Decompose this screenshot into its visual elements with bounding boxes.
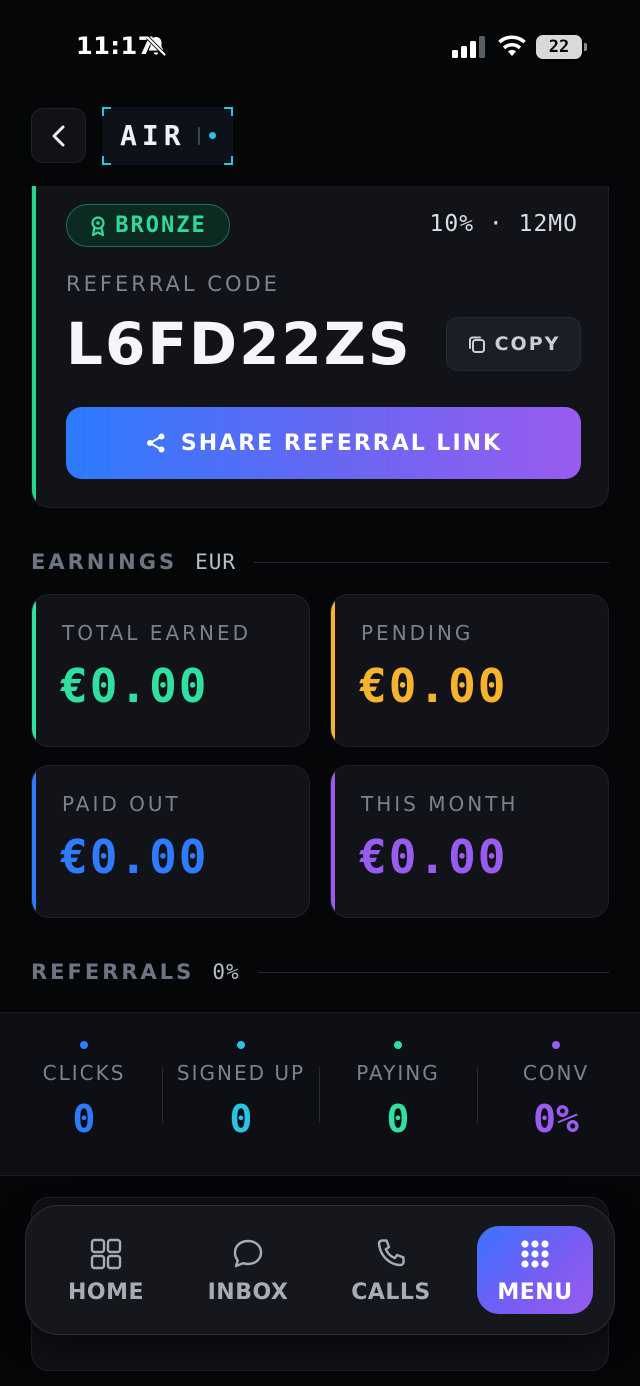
stat-label: PAID OUT — [62, 792, 181, 816]
stat-label: PENDING — [361, 621, 474, 645]
tab-calls[interactable]: CALLS — [333, 1226, 449, 1314]
earnings-currency: EUR — [195, 550, 237, 574]
funnel-stat-conversion: CONV 0% — [476, 1013, 636, 1177]
referrals-section-header: REFERRALS 0% — [31, 957, 609, 987]
bottom-tab-bar: HOME INBOX CALLS MENU — [25, 1205, 615, 1335]
funnel-label: SIGNED UP — [176, 1061, 306, 1085]
grid-icon — [90, 1238, 122, 1270]
stat-card-this-month: THIS MONTH €0.00 — [330, 765, 609, 918]
earnings-title: EARNINGS — [31, 550, 178, 574]
section-divider — [254, 561, 609, 563]
tier-badge: BRONZE — [66, 204, 230, 247]
status-dot — [80, 1041, 88, 1049]
share-label: SHARE REFERRAL LINK — [180, 430, 503, 456]
referral-code: L6FD22ZS — [66, 310, 412, 378]
funnel-label: PAYING — [356, 1061, 440, 1085]
chat-bubble-icon — [233, 1239, 263, 1268]
referral-funnel: CLICKS 0 SIGNED UP 0 PAYING 0 CONV 0% — [0, 1012, 640, 1176]
card-accent-bar — [32, 766, 36, 917]
tab-label: MENU — [497, 1280, 573, 1305]
funnel-value: 0 — [229, 1097, 253, 1141]
funnel-stat-clicks: CLICKS 0 — [4, 1013, 164, 1177]
back-button[interactable] — [31, 108, 86, 163]
award-icon — [91, 215, 105, 236]
referral-card: BRONZE 10% · 12MO REFERRAL CODE L6FD22ZS… — [31, 186, 609, 508]
tab-inbox[interactable]: INBOX — [190, 1226, 306, 1314]
battery-indicator: 22 — [536, 35, 587, 59]
status-dot — [237, 1041, 245, 1049]
referrals-rate: 0% — [212, 960, 240, 984]
section-divider — [257, 971, 609, 973]
stat-value: €0.00 — [359, 830, 508, 884]
phone-icon — [377, 1239, 405, 1267]
copy-icon — [468, 336, 485, 353]
funnel-stat-paying: PAYING 0 — [318, 1013, 478, 1177]
tab-label: INBOX — [207, 1280, 289, 1305]
referral-code-label: REFERRAL CODE — [66, 272, 280, 296]
commission-terms: 10% · 12MO — [429, 211, 578, 237]
earnings-section-header: EARNINGS EUR — [31, 547, 609, 577]
cellular-signal-icon — [452, 36, 485, 58]
status-bar: 11:17 22 — [0, 0, 640, 90]
stat-label: THIS MONTH — [361, 792, 519, 816]
funnel-stat-signed-up: SIGNED UP 0 — [161, 1013, 321, 1177]
logo-dot — [209, 132, 216, 139]
card-accent-bar — [32, 595, 36, 746]
stat-value: €0.00 — [359, 659, 508, 713]
tier-label: BRONZE — [115, 213, 207, 238]
card-accent-bar — [331, 595, 335, 746]
app-logo: AIR — [102, 107, 233, 165]
logo-text: AIR — [120, 119, 186, 152]
tab-label: CALLS — [351, 1280, 431, 1305]
chevron-left-icon — [52, 125, 64, 146]
dots-grid-icon — [521, 1240, 549, 1268]
copy-button[interactable]: COPY — [446, 317, 581, 371]
tab-menu[interactable]: MENU — [477, 1226, 593, 1314]
funnel-value: 0 — [72, 1097, 96, 1141]
bell-muted-icon — [146, 36, 166, 56]
referrals-title: REFERRALS — [31, 960, 195, 984]
copy-label: COPY — [494, 333, 561, 355]
card-accent-bar — [32, 186, 36, 507]
funnel-label: CONV — [522, 1061, 590, 1085]
stat-value: €0.00 — [60, 830, 209, 884]
stat-card-pending: PENDING €0.00 — [330, 594, 609, 747]
funnel-label: CLICKS — [42, 1061, 126, 1085]
funnel-value: 0 — [386, 1097, 410, 1141]
stat-card-total-earned: TOTAL EARNED €0.00 — [31, 594, 310, 747]
tab-home[interactable]: HOME — [48, 1226, 164, 1314]
stat-value: €0.00 — [60, 659, 209, 713]
tab-label: HOME — [67, 1280, 145, 1305]
funnel-value: 0% — [533, 1097, 579, 1141]
stat-label: TOTAL EARNED — [62, 621, 252, 645]
card-accent-bar — [331, 766, 335, 917]
logo-cursor — [198, 127, 200, 145]
wifi-icon — [498, 35, 526, 56]
share-icon — [146, 433, 165, 453]
share-referral-link-button[interactable]: SHARE REFERRAL LINK — [66, 407, 581, 479]
status-dot — [552, 1041, 560, 1049]
status-dot — [394, 1041, 402, 1049]
stat-card-paid-out: PAID OUT €0.00 — [31, 765, 310, 918]
